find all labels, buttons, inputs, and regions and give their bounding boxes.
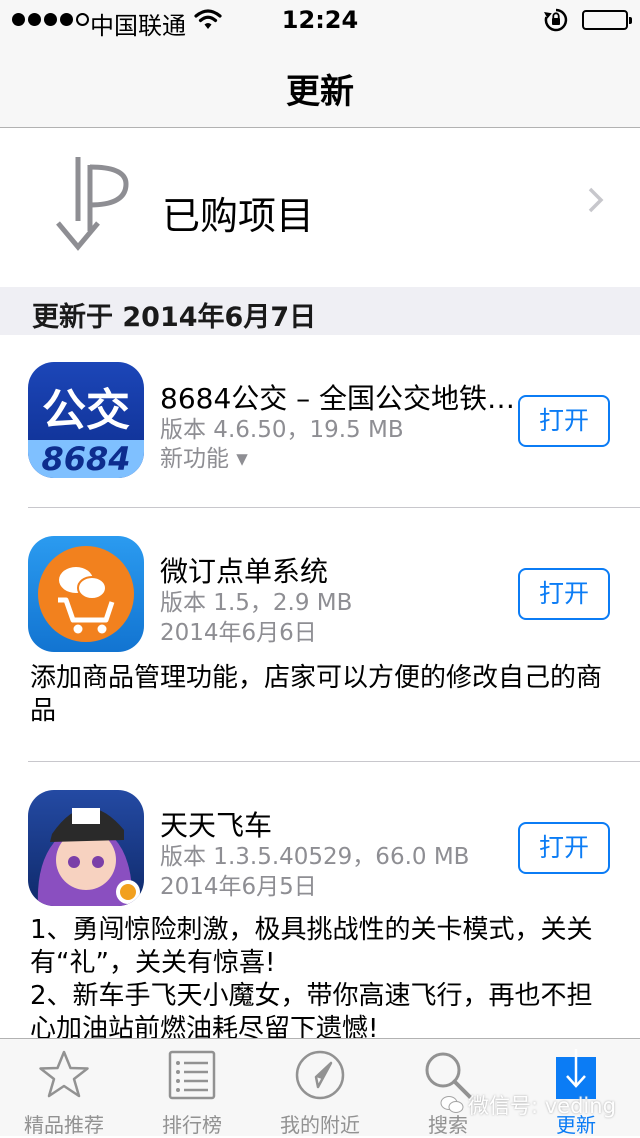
tab-label: 精品推荐 bbox=[24, 1113, 104, 1137]
orientation-lock-icon bbox=[543, 8, 569, 38]
tab-label: 排行榜 bbox=[162, 1113, 222, 1137]
purchased-label: 已购项目 bbox=[162, 194, 315, 238]
star-icon bbox=[38, 1049, 90, 1101]
battery-icon bbox=[582, 10, 632, 30]
tab-search[interactable]: 搜索 bbox=[384, 1039, 512, 1137]
app-release-date: 2014年6月5日 bbox=[160, 874, 317, 900]
section-header: 更新于 2014年6月7日 bbox=[0, 287, 640, 335]
tab-updates[interactable]: 更新 bbox=[512, 1039, 640, 1137]
app-version: 版本 1.5，2.9 MB bbox=[160, 590, 353, 616]
watermark: 微信号: veding bbox=[440, 1090, 616, 1120]
location-icon bbox=[294, 1049, 346, 1101]
chevron-right-icon bbox=[588, 187, 604, 217]
section-title: 更新于 2014年6月7日 bbox=[32, 302, 317, 333]
app-row-weiding[interactable]: 微订点单系统 版本 1.5，2.9 MB 2014年6月6日 打开 添加商品管理… bbox=[0, 508, 640, 761]
app-description-line-1: 1、勇闯惊险刺激，极具挑战性的关卡模式，关关有“礼”，关关有惊喜! bbox=[30, 915, 593, 978]
app-icon-tiantian[interactable] bbox=[28, 790, 144, 906]
purchased-row[interactable]: 已购项目 bbox=[0, 129, 640, 287]
app-icon-8684[interactable]: 公交 8684 bbox=[28, 362, 144, 478]
app-row-tiantian[interactable]: 天天飞车 版本 1.3.5.40529，66.0 MB 2014年6月5日 打开… bbox=[0, 762, 640, 1044]
tab-top-charts[interactable]: 排行榜 bbox=[128, 1039, 256, 1137]
tab-near-me[interactable]: 我的附近 bbox=[256, 1039, 384, 1137]
app-version: 版本 1.3.5.40529，66.0 MB bbox=[160, 844, 470, 870]
app-icon-weiding[interactable] bbox=[28, 536, 144, 652]
tab-label: 我的附近 bbox=[280, 1113, 360, 1137]
app-row-8684[interactable]: 公交 8684 8684公交 – 全国公交地铁… 版本 4.6.50，19.5 … bbox=[0, 335, 640, 508]
open-button[interactable]: 打开 bbox=[518, 395, 610, 447]
whats-new-toggle[interactable]: 新功能 ▾ bbox=[160, 439, 248, 473]
app-description-line-2: 2、新车手飞天小魔女，带你高速飞行，再也不担心加油站前燃油耗尽留下遗憾! bbox=[30, 981, 593, 1044]
open-button[interactable]: 打开 bbox=[518, 822, 610, 874]
tab-featured[interactable]: 精品推荐 bbox=[0, 1039, 128, 1137]
page-title: 更新 bbox=[286, 72, 354, 112]
status-bar: 中国联通 12:24 bbox=[0, 0, 640, 40]
list-icon bbox=[166, 1049, 218, 1101]
wechat-icon bbox=[440, 1096, 464, 1113]
open-button[interactable]: 打开 bbox=[518, 568, 610, 620]
watermark-text: 微信号: veding bbox=[468, 1094, 616, 1118]
tab-bar: 精品推荐 排行榜 我的附近 搜索 更新 bbox=[0, 1038, 640, 1137]
app-description: 添加商品管理功能，店家可以方便的修改自己的商品 bbox=[30, 663, 603, 726]
app-icon-number: 8684 bbox=[41, 440, 131, 478]
app-icon-text: 公交 bbox=[42, 385, 130, 436]
purchased-icon bbox=[50, 157, 130, 261]
navigation-bar: 更新 bbox=[0, 40, 640, 128]
app-release-date: 2014年6月6日 bbox=[160, 620, 317, 646]
